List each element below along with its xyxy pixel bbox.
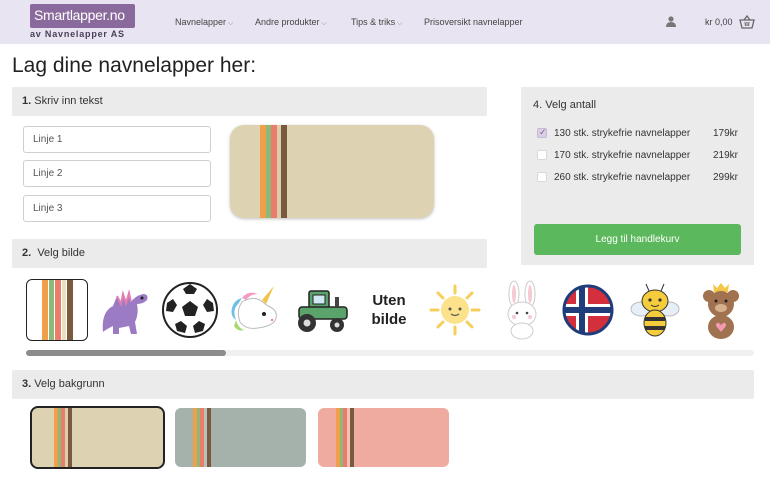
add-to-cart-button[interactable]: Legg til handlekurv <box>534 224 741 255</box>
option-price: 179kr <box>713 128 739 139</box>
image-option-unicorn[interactable] <box>225 279 287 341</box>
image-option-norway-flag[interactable] <box>557 279 619 341</box>
logo-text: Smartlapper.no <box>34 7 125 23</box>
checkbox[interactable] <box>537 127 547 138</box>
image-option-sun[interactable] <box>424 279 486 341</box>
sun-icon <box>429 284 481 336</box>
scrollbar-thumb[interactable] <box>26 350 226 356</box>
option-price: 299kr <box>713 172 739 183</box>
chevron-down-icon: ⌵ <box>397 20 403 27</box>
image-option-bunny[interactable] <box>491 279 553 341</box>
tractor-icon <box>298 290 348 332</box>
label-preview <box>230 125 434 218</box>
background-option-grey-green[interactable] <box>175 408 306 467</box>
quantity-title: 4. Velg antall <box>533 99 596 111</box>
image-option-no-image[interactable]: Uten bilde <box>358 279 420 341</box>
no-image-label: Uten bilde <box>371 291 406 329</box>
basket-icon[interactable] <box>739 15 755 29</box>
checkbox[interactable] <box>537 150 547 160</box>
section-header-text: 1. Skriv inn tekst <box>12 87 487 116</box>
chevron-down-icon: ⌵ <box>228 20 234 27</box>
option-price: 219kr <box>713 150 739 161</box>
nav-item-navnelapper[interactable]: Navnelapper ⌵ <box>175 17 233 28</box>
image-carousel-scrollbar[interactable] <box>26 350 754 356</box>
image-option-stripes[interactable] <box>26 279 88 341</box>
nav-label: Prisoversikt navnelapper <box>424 17 523 27</box>
nav-label: Tips & triks <box>351 17 396 27</box>
no-image-line-1: Uten <box>372 292 406 309</box>
step-label: Velg bilde <box>37 247 86 259</box>
chevron-down-icon: ⌵ <box>321 20 327 27</box>
step-number: 3. <box>22 378 32 390</box>
bunny-icon <box>507 280 537 340</box>
image-option-dinosaur[interactable] <box>92 279 154 341</box>
step-number: 2. <box>22 247 32 259</box>
step-label: Velg bakgrunn <box>34 378 105 390</box>
section-header-background: 3. Velg bakgrunn <box>12 370 754 399</box>
stripes-decoration <box>54 408 72 467</box>
site-logo[interactable]: Smartlapper.no <box>30 4 135 28</box>
image-option-bee[interactable] <box>624 279 686 341</box>
option-name: 130 stk. strykefrie navnelapper <box>554 128 691 139</box>
nav-item-tips-triks[interactable]: Tips & triks ⌵ <box>351 17 402 28</box>
nav-label: Navnelapper <box>175 17 227 27</box>
unicorn-icon <box>231 286 277 331</box>
checkbox[interactable] <box>537 172 547 182</box>
football-icon <box>162 282 218 338</box>
step-label: Skriv inn tekst <box>34 95 103 107</box>
stripes-decoration <box>193 408 211 467</box>
logo-subtitle: av Navnelapper AS <box>30 29 125 39</box>
step-number: 1. <box>22 95 32 107</box>
site-header: Smartlapper.no av Navnelapper AS Navnela… <box>0 0 770 44</box>
image-option-teddy-bear[interactable] <box>690 279 752 341</box>
background-option-pink[interactable] <box>318 408 449 467</box>
step-label: Velg antall <box>545 99 597 111</box>
teddy-bear-icon <box>703 283 739 339</box>
nav-item-andre-produkter[interactable]: Andre produkter ⌵ <box>255 17 327 28</box>
page-title: Lag dine navnelapper her: <box>12 54 257 77</box>
image-option-tractor[interactable] <box>291 279 353 341</box>
cart-total[interactable]: kr 0,00 <box>705 17 733 27</box>
section-header-image: 2. Velg bilde <box>12 239 487 268</box>
option-name: 260 stk. strykefrie navnelapper <box>554 172 691 183</box>
stripes-decoration <box>336 408 354 467</box>
line-2-input[interactable] <box>23 160 211 187</box>
option-name: 170 stk. strykefrie navnelapper <box>554 150 691 161</box>
bee-icon <box>630 283 680 337</box>
background-option-beige[interactable] <box>30 406 165 469</box>
stripes-decoration <box>260 125 287 218</box>
nav-label: Andre produkter <box>255 17 320 27</box>
line-3-input[interactable] <box>23 195 211 222</box>
norway-flag-icon <box>562 284 614 336</box>
image-option-football[interactable] <box>159 279 221 341</box>
stripes-icon <box>42 280 73 340</box>
nav-item-prisoversikt[interactable]: Prisoversikt navnelapper <box>424 17 523 27</box>
line-1-input[interactable] <box>23 126 211 153</box>
step-number: 4. <box>533 99 543 111</box>
no-image-line-2: bilde <box>371 311 407 328</box>
dinosaur-icon <box>102 289 148 334</box>
user-icon[interactable] <box>666 16 676 27</box>
